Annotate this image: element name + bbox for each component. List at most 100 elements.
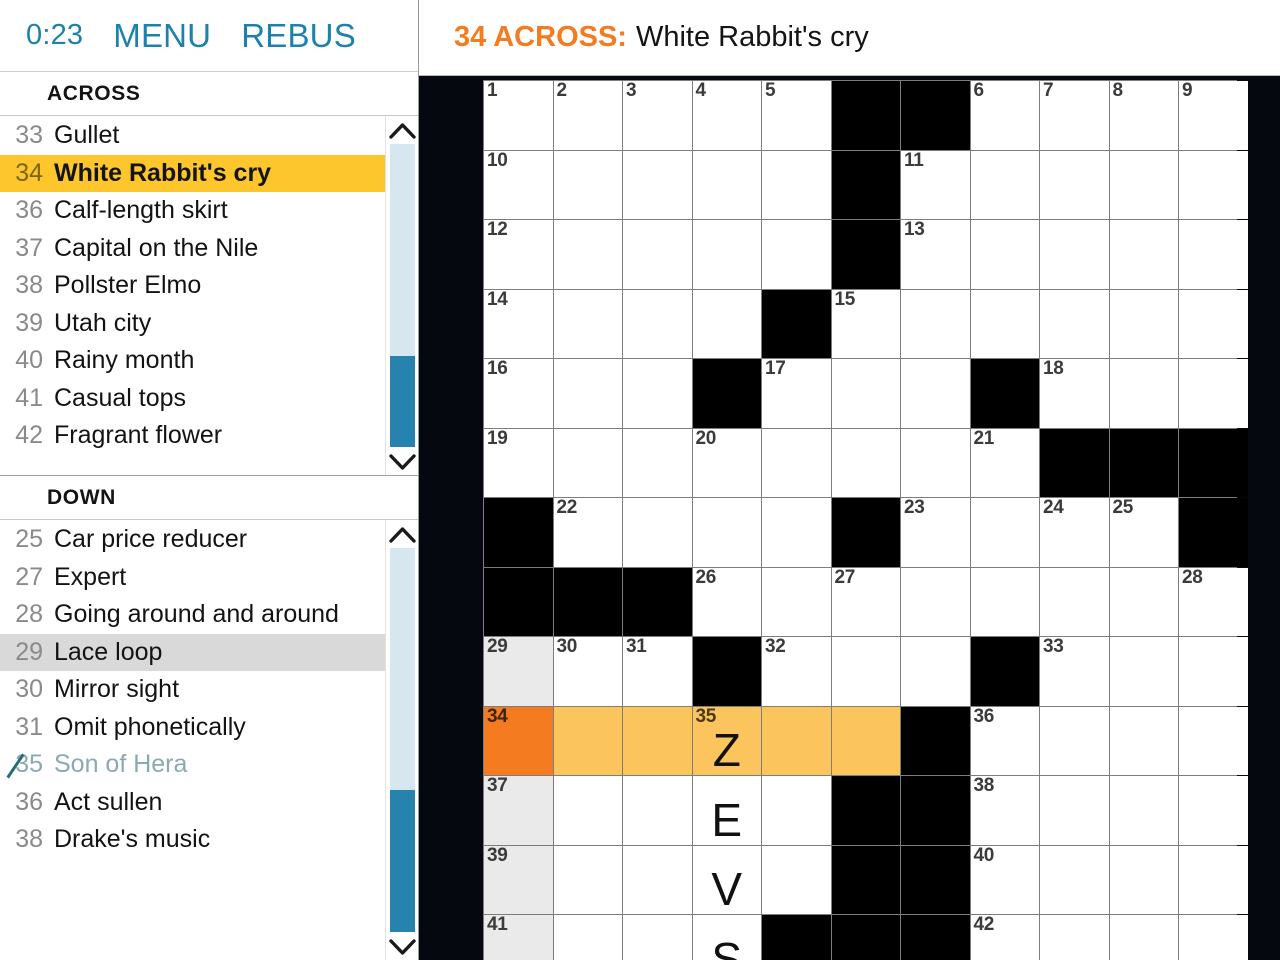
grid-cell[interactable]	[1179, 220, 1248, 289]
chevron-down-icon[interactable]	[385, 932, 418, 960]
grid-cell[interactable]	[1109, 359, 1178, 428]
across-scroll-thumb[interactable]	[389, 356, 415, 447]
grid-cell[interactable]	[1040, 150, 1109, 219]
grid-cell[interactable]	[623, 150, 692, 219]
clue-row[interactable]: 38 Pollster Elmo	[0, 267, 385, 305]
grid-cell[interactable]	[553, 220, 622, 289]
grid-cell[interactable]	[623, 289, 692, 358]
grid-cell[interactable]: 31	[623, 637, 692, 706]
grid-cell[interactable]	[553, 428, 622, 497]
grid-cell[interactable]	[1109, 845, 1178, 914]
grid-cell[interactable]	[1179, 359, 1248, 428]
grid-cell[interactable]: 19	[484, 428, 553, 497]
grid-cell[interactable]: 21	[970, 428, 1039, 497]
grid-cell[interactable]	[1179, 289, 1248, 358]
grid-cell[interactable]: 20	[692, 428, 761, 497]
clue-row[interactable]: 36 Calf-length skirt	[0, 192, 385, 230]
grid-cell[interactable]	[1040, 915, 1109, 960]
grid-cell[interactable]: S	[692, 915, 761, 960]
grid-cell[interactable]	[762, 776, 831, 845]
grid-cell[interactable]	[623, 706, 692, 775]
grid-cell[interactable]: 1	[484, 81, 553, 150]
grid-cell[interactable]: 32	[762, 637, 831, 706]
grid-cell[interactable]	[762, 567, 831, 636]
grid-cell[interactable]	[553, 150, 622, 219]
grid-cell[interactable]: 14	[484, 289, 553, 358]
clue-row[interactable]: 33 Gullet	[0, 117, 385, 155]
grid-cell[interactable]: 40	[970, 845, 1039, 914]
grid-cell[interactable]	[553, 359, 622, 428]
across-scroll-track[interactable]	[389, 144, 415, 447]
grid-cell[interactable]: 13	[901, 220, 970, 289]
grid-cell[interactable]	[1109, 915, 1178, 960]
grid-cell[interactable]: 37	[484, 776, 553, 845]
grid-cell[interactable]: 26	[692, 567, 761, 636]
grid-cell[interactable]	[970, 289, 1039, 358]
grid-cell[interactable]: 22	[553, 498, 622, 567]
grid-cell[interactable]: 9	[1179, 81, 1248, 150]
grid-cell[interactable]	[762, 706, 831, 775]
grid-cell[interactable]: V	[692, 845, 761, 914]
grid-cell[interactable]	[762, 220, 831, 289]
down-scrollbar[interactable]	[385, 520, 418, 960]
grid-cell[interactable]	[692, 150, 761, 219]
grid-cell[interactable]: 11	[901, 150, 970, 219]
grid-cell[interactable]	[553, 776, 622, 845]
grid-cell[interactable]	[831, 359, 900, 428]
grid-cell[interactable]: 8	[1109, 81, 1178, 150]
grid-cell[interactable]	[831, 428, 900, 497]
grid-cell[interactable]	[1109, 776, 1178, 845]
across-scrollbar[interactable]	[385, 116, 418, 475]
grid-cell[interactable]	[623, 915, 692, 960]
grid-cell[interactable]	[762, 845, 831, 914]
clue-row[interactable]: 37 Capital on the Nile	[0, 230, 385, 268]
grid-cell[interactable]	[970, 498, 1039, 567]
grid-cell[interactable]	[1109, 220, 1178, 289]
clue-row[interactable]: 31 Omit phonetically	[0, 709, 385, 747]
grid-cell[interactable]: 41	[484, 915, 553, 960]
clue-row[interactable]: 25 Car price reducer	[0, 521, 385, 559]
grid-cell[interactable]: 12	[484, 220, 553, 289]
grid-cell[interactable]	[762, 498, 831, 567]
grid-cell[interactable]	[1040, 289, 1109, 358]
crossword-grid[interactable]: 1 2 3 4 5 6 7 8 9 10 11 12 13 14 15 16 17 18 19 20 21 22 23 24 2…	[483, 80, 1248, 960]
grid-cell[interactable]	[623, 498, 692, 567]
grid-cell[interactable]: E	[692, 776, 761, 845]
clue-row[interactable]: 38 Drake's music	[0, 821, 385, 859]
clue-row[interactable]: 27 Expert	[0, 559, 385, 597]
grid-cell[interactable]	[1109, 637, 1178, 706]
grid-cell[interactable]: 6	[970, 81, 1039, 150]
grid-cell[interactable]: 4	[692, 81, 761, 150]
grid-cell[interactable]	[1179, 150, 1248, 219]
grid-cell[interactable]	[831, 706, 900, 775]
grid-cell[interactable]: 2	[553, 81, 622, 150]
grid-cell[interactable]	[1040, 776, 1109, 845]
down-clue-list[interactable]: 25 Car price reducer 27 Expert 28 Going aroun…	[0, 520, 385, 960]
clue-row[interactable]: 40 Rainy month	[0, 342, 385, 380]
grid-cell[interactable]: 39	[484, 845, 553, 914]
down-scroll-track[interactable]	[389, 548, 415, 932]
grid-cell[interactable]	[1179, 637, 1248, 706]
grid-cell[interactable]	[1109, 706, 1178, 775]
clue-row[interactable]: 42 Fragrant flower	[0, 417, 385, 455]
grid-cell[interactable]	[623, 776, 692, 845]
grid-cell[interactable]	[1179, 776, 1248, 845]
menu-button[interactable]: MENU	[113, 17, 211, 55]
grid-cell[interactable]	[623, 220, 692, 289]
grid-cell[interactable]: 35 Z	[692, 706, 761, 775]
grid-cell[interactable]	[970, 567, 1039, 636]
grid-cell[interactable]: 3	[623, 81, 692, 150]
grid-cell[interactable]: 25	[1109, 498, 1178, 567]
grid-cell[interactable]: 27	[831, 567, 900, 636]
grid-cell[interactable]	[1109, 150, 1178, 219]
grid-cell[interactable]	[1109, 567, 1178, 636]
grid-cell[interactable]: 10	[484, 150, 553, 219]
grid-cell[interactable]	[1040, 567, 1109, 636]
grid-cell[interactable]	[901, 428, 970, 497]
grid-cell[interactable]: 29	[484, 637, 553, 706]
grid-cell[interactable]	[762, 428, 831, 497]
clue-row[interactable]: 39 Utah city	[0, 305, 385, 343]
grid-cell[interactable]: 16	[484, 359, 553, 428]
timer-display[interactable]: 0:23	[26, 19, 83, 52]
grid-cell[interactable]: 33	[1040, 637, 1109, 706]
